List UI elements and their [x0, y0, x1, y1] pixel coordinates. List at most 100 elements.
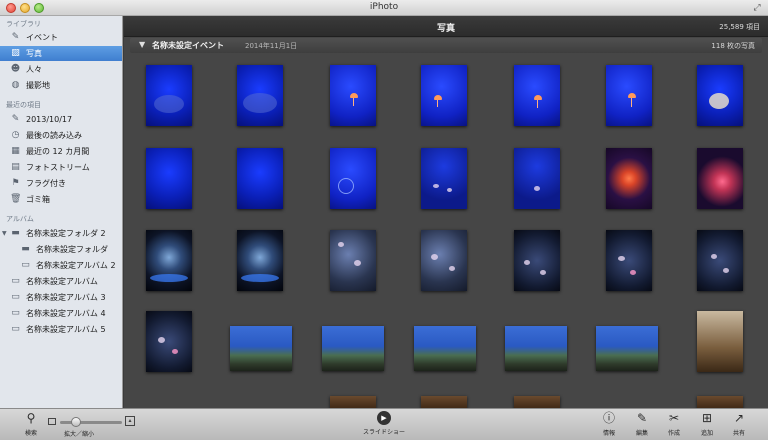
zoom-knob[interactable] — [71, 417, 81, 427]
photo-thumbnail[interactable] — [697, 311, 743, 372]
places-icon: ◍ — [11, 80, 20, 90]
sidebar-item-photos[interactable]: ▨ 写真 — [0, 46, 122, 61]
sidebar-item-label: フラグ付き — [26, 179, 66, 188]
library-section-header: ライブラリ — [6, 20, 41, 28]
iphoto-window: iPhoto ⤢ ライブラリ ✎ イベント ▨ 写真 ☻ 人々 ◍ 撮影地 最近… — [0, 0, 768, 440]
photo-thumbnail[interactable] — [514, 396, 560, 408]
photo-thumbnail[interactable] — [606, 148, 652, 209]
sidebar-item-photostream[interactable]: ▤ フォトストリーム — [0, 160, 122, 175]
disclosure-triangle-icon[interactable]: ▼ — [2, 226, 7, 241]
album-icon: ▭ — [11, 292, 20, 302]
album-section-header: アルバム — [6, 215, 34, 223]
sidebar-item-label: 写真 — [26, 49, 42, 58]
photo-thumbnail[interactable] — [421, 65, 467, 126]
sidebar-item-events[interactable]: ✎ イベント — [0, 30, 122, 45]
photo-thumbnail[interactable] — [146, 148, 192, 209]
album-icon: ▭ — [21, 260, 30, 270]
photo-thumbnail[interactable] — [237, 148, 283, 209]
photo-thumbnail[interactable] — [606, 65, 652, 126]
sidebar-item-label: 撮影地 — [26, 81, 50, 90]
sidebar-album-4[interactable]: ▭ 名称未設定アルバム 4 — [0, 306, 122, 321]
zoom-slider[interactable]: ▴ — [48, 415, 135, 429]
share-button[interactable]: ↗ 共有 — [724, 411, 754, 439]
photo-thumbnail[interactable] — [146, 65, 192, 126]
plus-icon: ⊞ — [701, 411, 713, 425]
sidebar-item-label: 2013/10/17 — [26, 115, 73, 124]
album-icon: ▭ — [11, 276, 20, 286]
sidebar-album-5[interactable]: ▭ 名称未設定アルバム 5 — [0, 322, 122, 337]
photo-thumbnail[interactable] — [697, 148, 743, 209]
main-header: 写真 25,589 項目 — [124, 16, 768, 37]
photo-thumbnail[interactable] — [514, 65, 560, 126]
photo-thumbnail[interactable] — [697, 396, 743, 408]
info-icon: ⓘ — [602, 411, 615, 425]
photo-thumbnail[interactable] — [237, 230, 283, 291]
sidebar-folder[interactable]: ▬ 名称未設定フォルダ — [0, 242, 122, 257]
photo-thumbnail[interactable] — [421, 230, 467, 291]
sidebar-item-last-12-months[interactable]: ▦ 最近の 12 カ月間 — [0, 144, 122, 159]
album-icon: ▭ — [11, 308, 20, 318]
photo-thumbnail[interactable] — [230, 326, 292, 371]
sidebar-item-label: ゴミ箱 — [26, 195, 50, 204]
trash-icon: 🗑 — [10, 194, 22, 204]
create-icon: ✂ — [668, 411, 680, 425]
sidebar: ライブラリ ✎ イベント ▨ 写真 ☻ 人々 ◍ 撮影地 最近の項目 ✎ 201… — [0, 16, 123, 408]
fullscreen-icon[interactable]: ⤢ — [752, 3, 762, 13]
sidebar-item-label: 名称未設定フォルダ 2 — [26, 229, 106, 238]
sidebar-item-label: 最近の 12 カ月間 — [26, 147, 90, 156]
sidebar-item-places[interactable]: ◍ 撮影地 — [0, 78, 122, 93]
edit-button[interactable]: ✎ 編集 — [627, 411, 657, 439]
photo-thumbnail[interactable] — [514, 148, 560, 209]
sidebar-item-label: 名称未設定アルバム 3 — [26, 293, 106, 302]
sidebar-item-flagged[interactable]: ⚑ フラグ付き — [0, 176, 122, 191]
event-header[interactable]: ▼ 名称未設定イベント 2014年11月1日 118 枚の写真 — [130, 38, 762, 53]
photo-thumbnail[interactable] — [146, 311, 192, 372]
photo-thumbnail[interactable] — [697, 65, 743, 126]
photo-thumbnail[interactable] — [505, 326, 567, 371]
search-button[interactable]: ⚲ 検索 — [16, 411, 46, 439]
large-thumbnail-icon: ▴ — [125, 416, 135, 426]
photo-thumbnail[interactable] — [606, 230, 652, 291]
photo-thumbnail[interactable] — [514, 230, 560, 291]
photo-thumbnail[interactable] — [330, 230, 376, 291]
collapse-triangle-icon[interactable]: ▼ — [139, 40, 145, 49]
photo-thumbnail[interactable] — [421, 148, 467, 209]
share-icon: ↗ — [733, 411, 745, 425]
title-bar: iPhoto ⤢ — [0, 0, 768, 16]
sidebar-item-faces[interactable]: ☻ 人々 — [0, 62, 122, 77]
small-thumbnail-icon — [48, 418, 56, 425]
folder-icon: ▬ — [21, 244, 30, 254]
event-date: 2014年11月1日 — [245, 42, 298, 50]
sidebar-album[interactable]: ▭ 名称未設定アルバム — [0, 274, 122, 289]
photo-thumbnail[interactable] — [330, 396, 376, 408]
photo-thumbnail[interactable] — [596, 326, 658, 371]
sidebar-item-label: 人々 — [26, 65, 42, 74]
bottom-toolbar: ⚲ 検索 ▴ 拡大／縮小 ▶ スライドショー ⓘ 情報 ✎ 編集 ✂ 作成 ⊞ — [0, 408, 768, 440]
add-button[interactable]: ⊞ 追加 — [692, 411, 722, 439]
sidebar-folder-2[interactable]: ▼ ▬ 名称未設定フォルダ 2 — [0, 226, 122, 241]
photo-thumbnail[interactable] — [146, 230, 192, 291]
zoom-label: 拡大／縮小 — [64, 431, 95, 438]
create-button[interactable]: ✂ 作成 — [659, 411, 689, 439]
slideshow-button[interactable]: ▶ スライドショー — [360, 411, 408, 439]
photo-thumbnail[interactable] — [697, 230, 743, 291]
photos-icon: ▨ — [11, 48, 20, 58]
sidebar-item-label: 名称未設定アルバム — [26, 277, 98, 286]
photo-thumbnail[interactable] — [414, 326, 476, 371]
photo-thumbnail[interactable] — [237, 65, 283, 126]
photo-browser: 写真 25,589 項目 ▼ 名称未設定イベント 2014年11月1日 118 … — [124, 16, 768, 408]
photo-thumbnail[interactable] — [322, 326, 384, 371]
window-title: iPhoto — [369, 2, 399, 12]
photo-thumbnail[interactable] — [330, 65, 376, 126]
event-name: 名称未設定イベント — [152, 41, 224, 50]
album-icon: ▭ — [11, 324, 20, 334]
photo-thumbnail[interactable] — [330, 148, 376, 209]
sidebar-album-3[interactable]: ▭ 名称未設定アルバム 3 — [0, 290, 122, 305]
zoom-track[interactable] — [60, 421, 122, 424]
sidebar-album-2[interactable]: ▭ 名称未設定アルバム 2 — [0, 258, 122, 273]
sidebar-item-last-import[interactable]: ◷ 最後の読み込み — [0, 128, 122, 143]
info-button[interactable]: ⓘ 情報 — [594, 411, 624, 439]
sidebar-item-recent-event[interactable]: ✎ 2013/10/17 — [0, 112, 122, 127]
photo-thumbnail[interactable] — [421, 396, 467, 408]
sidebar-item-trash[interactable]: 🗑 ゴミ箱 — [0, 192, 122, 207]
